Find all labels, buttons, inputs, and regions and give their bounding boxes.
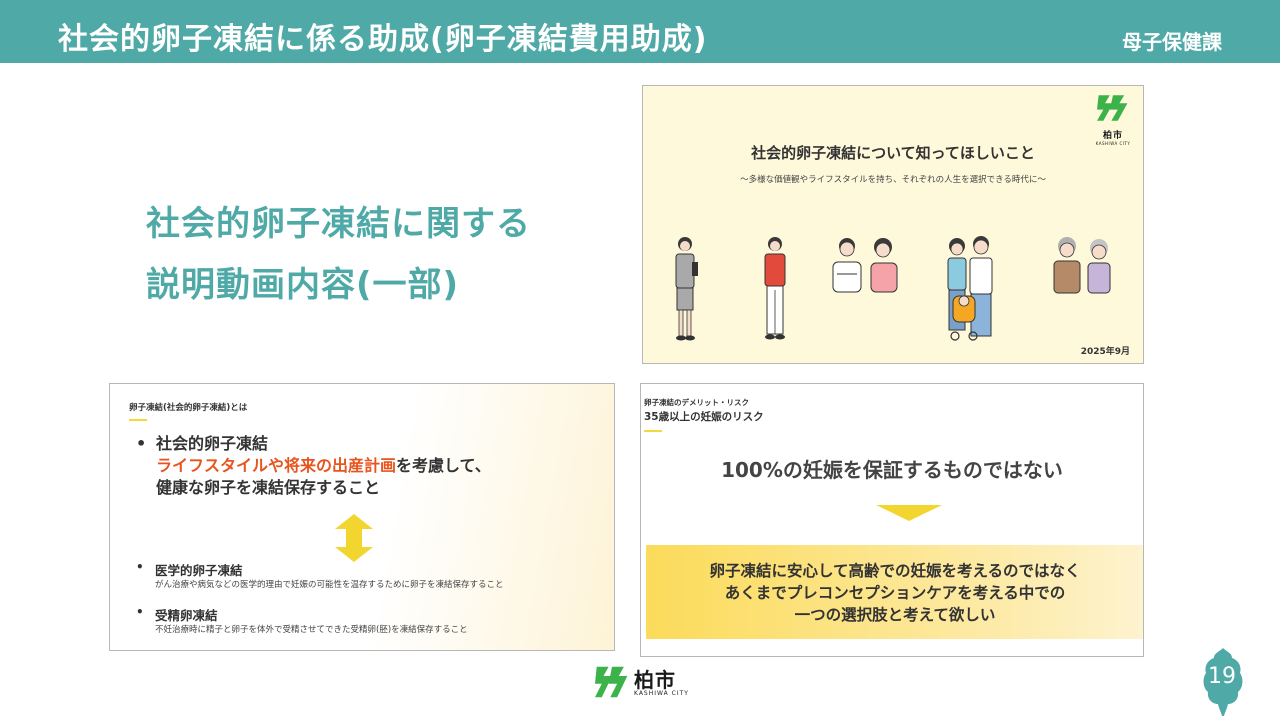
footer-city-logo: 柏市 KASHIWA CITY xyxy=(595,664,695,700)
kashiwa-logo-mark-icon xyxy=(595,666,628,698)
bullet-dot: • xyxy=(136,560,144,574)
bullet-rest: を考慮して、 xyxy=(396,456,491,475)
recommendation-line1: 卵子凍結に安心して高齢での妊娠を考えるのではなく xyxy=(709,562,1081,580)
woman-in-suit-figure xyxy=(675,237,698,341)
down-triangle-icon xyxy=(876,505,942,521)
risk-subkicker: 35歳以上の妊娠のリスク xyxy=(644,411,764,423)
woman-red-jacket-figure xyxy=(764,237,786,340)
recommendation-line3: 一つの選択肢と考えて欲しい xyxy=(794,606,996,624)
item-heading: 医学的卵子凍結 xyxy=(155,563,243,578)
bullet-heading: 社会的卵子凍結 xyxy=(156,434,269,453)
logo-text: 柏市 xyxy=(1102,131,1123,141)
bullet-line3: 健康な卵子を凍結保存すること xyxy=(156,478,381,497)
section-heading-line1: 社会的卵子凍結に関する xyxy=(146,204,531,244)
cover-date: 2025年9月 xyxy=(1080,347,1130,357)
kashiwa-logo-mark-icon xyxy=(1097,95,1128,121)
footer-logo-subtext: KASHIWA CITY xyxy=(634,690,689,697)
cover-subtitle: 〜多様な価値観やライフスタイルを持ち、それぞれの人生を選択できる時代に〜 xyxy=(740,175,1046,185)
cover-title: 社会的卵子凍結について知ってほしいこと xyxy=(751,144,1035,162)
young-couple-figures xyxy=(832,238,898,293)
definition-kicker: 卵子凍結(社会的卵子凍結)とは xyxy=(129,403,248,413)
slide-title: 社会的卵子凍結に係る助成(卵子凍結費用助成) xyxy=(58,22,708,57)
risk-main-statement: 100%の妊娠を保証するものではない xyxy=(721,458,1063,482)
risk-slide-thumbnail: 卵子凍結のデメリット・リスク 35歳以上の妊娠のリスク 100%の妊娠を保証する… xyxy=(640,383,1144,657)
bullet-dot: • xyxy=(136,434,147,453)
family-with-stroller-figures xyxy=(947,236,993,341)
department-label: 母子保健課 xyxy=(1122,30,1222,54)
item-description: 不妊治療時に精子と卵子を体外で受精させてできた受精卵(胚)を凍結保存すること xyxy=(155,625,468,635)
definition-slide-thumbnail: 卵子凍結(社会的卵子凍結)とは • 社会的卵子凍結 ライフスタイルや将来の出産計… xyxy=(109,383,615,651)
kicker-underline xyxy=(644,430,662,432)
kashiwa-city-logo: 柏市 KASHIWA CITY xyxy=(1095,92,1131,146)
kicker-underline xyxy=(129,419,147,421)
section-heading-line2: 説明動画内容(一部) xyxy=(146,265,460,305)
recommendation-line2: あくまでプレコンセプションケアを考える中での xyxy=(724,584,1066,602)
bullet-highlight: ライフスタイルや将来の出産計画 xyxy=(156,456,397,475)
item-description: がん治療や病気などの医学的理由で妊娠の可能性を温存するために卵子を凍結保存するこ… xyxy=(155,580,504,590)
elderly-couple-figures xyxy=(1053,237,1111,294)
item-heading: 受精卵凍結 xyxy=(155,608,218,623)
double-arrow-icon xyxy=(335,514,373,562)
footer-logo-text: 柏市 xyxy=(634,668,676,692)
risk-kicker: 卵子凍結のデメリット・リスク xyxy=(644,398,749,407)
bullet-dot: • xyxy=(136,605,144,619)
recommendation-box: 卵子凍結に安心して高齢での妊娠を考えるのではなく あくまでプレコンセプションケア… xyxy=(646,545,1143,639)
people-illustration xyxy=(675,236,1111,341)
page-number: 19 xyxy=(1208,664,1236,689)
header-bar: 社会的卵子凍結に係る助成(卵子凍結費用助成) 母子保健課 xyxy=(0,0,1280,63)
cover-slide-thumbnail: 柏市 KASHIWA CITY 社会的卵子凍結について知ってほしいこと 〜多様な… xyxy=(642,85,1144,364)
